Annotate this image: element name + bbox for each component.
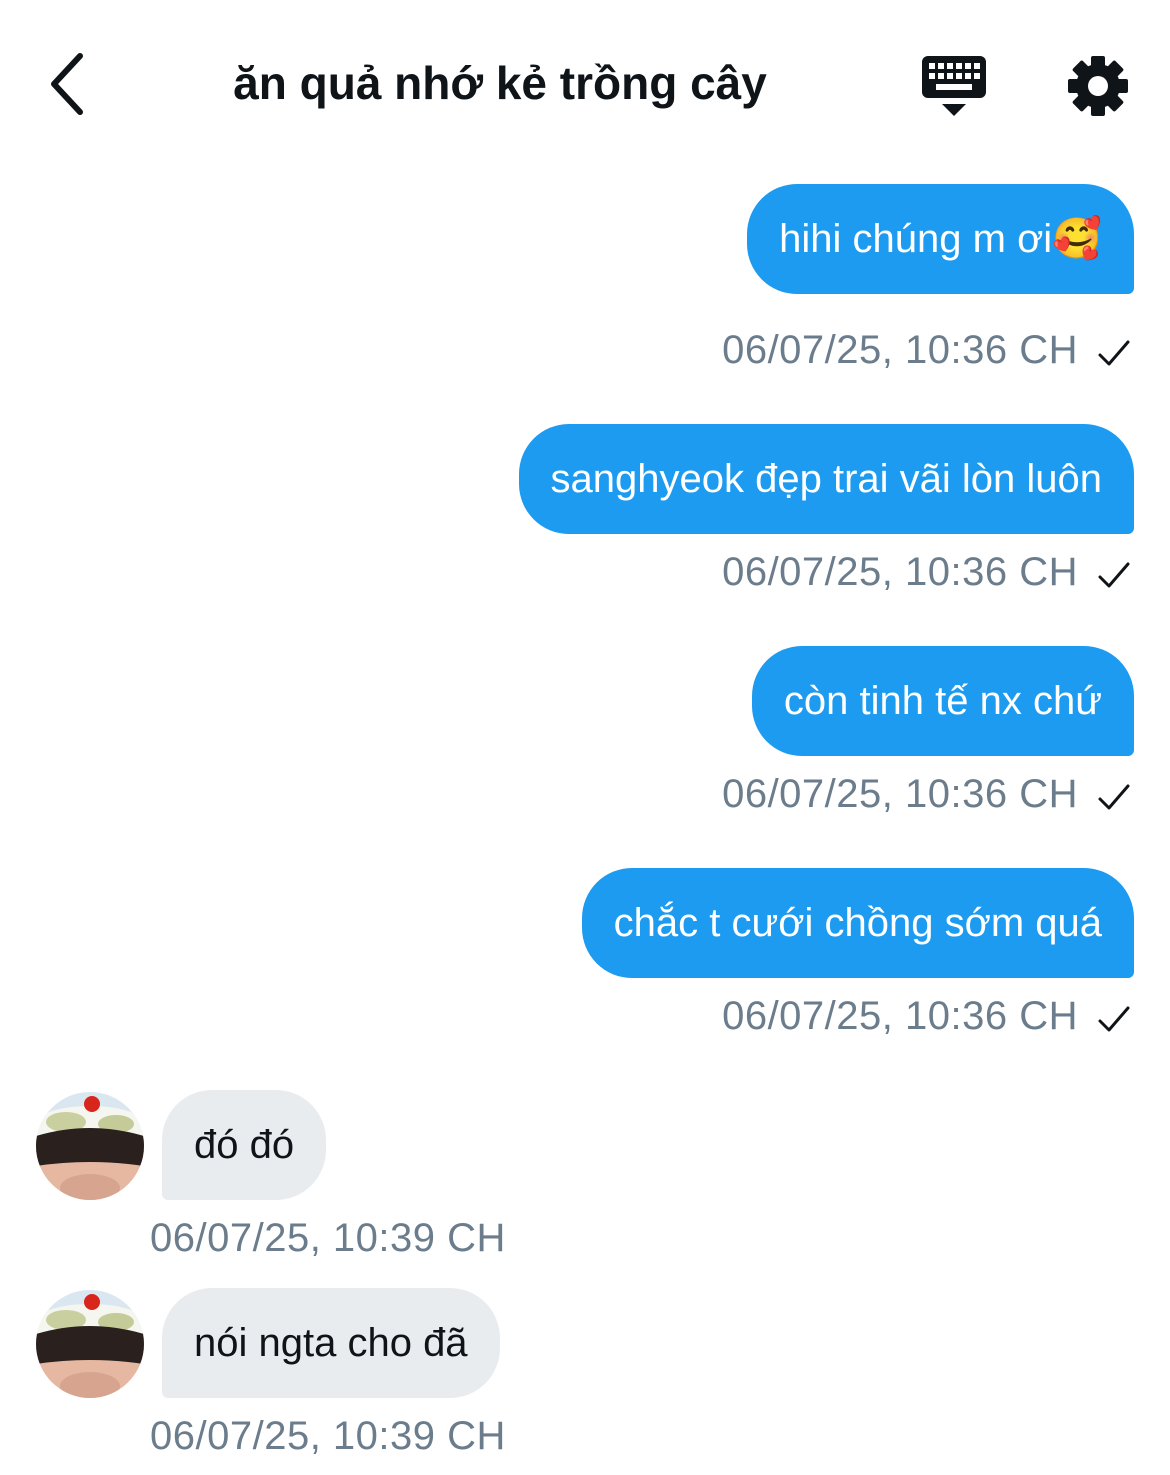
incoming-message-bubble[interactable]: nói ngta cho đã [162, 1288, 500, 1398]
avatar[interactable] [36, 1092, 144, 1200]
avatar-image [36, 1290, 144, 1398]
message-timestamp: 06/07/25, 10:39 CH [150, 1216, 506, 1260]
message-timestamp: 06/07/25, 10:36 CH [722, 772, 1078, 816]
checkmark-icon [1098, 340, 1130, 366]
avatar[interactable] [36, 1290, 144, 1398]
message-timestamp: 06/07/25, 10:36 CH [722, 994, 1078, 1038]
outgoing-message-bubble[interactable]: còn tinh tế nx chứ [751, 646, 1134, 756]
settings-button[interactable] [1064, 52, 1132, 120]
back-button[interactable] [36, 46, 100, 122]
checkmark-icon [1098, 784, 1130, 810]
chat-header: ăn quả nhớ kẻ trồng cây [0, 0, 1170, 160]
keyboard-icon [922, 56, 986, 116]
incoming-message-bubble[interactable]: đó đó [162, 1090, 327, 1200]
outgoing-message-bubble[interactable]: sanghyeok đẹp trai vãi lòn luôn [518, 424, 1134, 534]
gear-icon [1068, 56, 1128, 116]
message-timestamp: 06/07/25, 10:39 CH [150, 1414, 506, 1458]
outgoing-message-bubble[interactable]: chắc t cưới chồng sớm quá [581, 868, 1134, 978]
outgoing-message-bubble[interactable]: hihi chúng m ơi🥰 [747, 184, 1134, 294]
chevron-left-icon [51, 53, 83, 115]
checkmark-icon [1098, 562, 1130, 588]
message-timestamp: 06/07/25, 10:36 CH [722, 550, 1078, 594]
message-timestamp: 06/07/25, 10:36 CH [722, 328, 1078, 372]
keyboard-button[interactable] [918, 52, 990, 120]
conversation-title: ăn quả nhớ kẻ trồng cây [233, 57, 767, 109]
checkmark-icon [1098, 1006, 1130, 1032]
avatar-image [36, 1092, 144, 1200]
